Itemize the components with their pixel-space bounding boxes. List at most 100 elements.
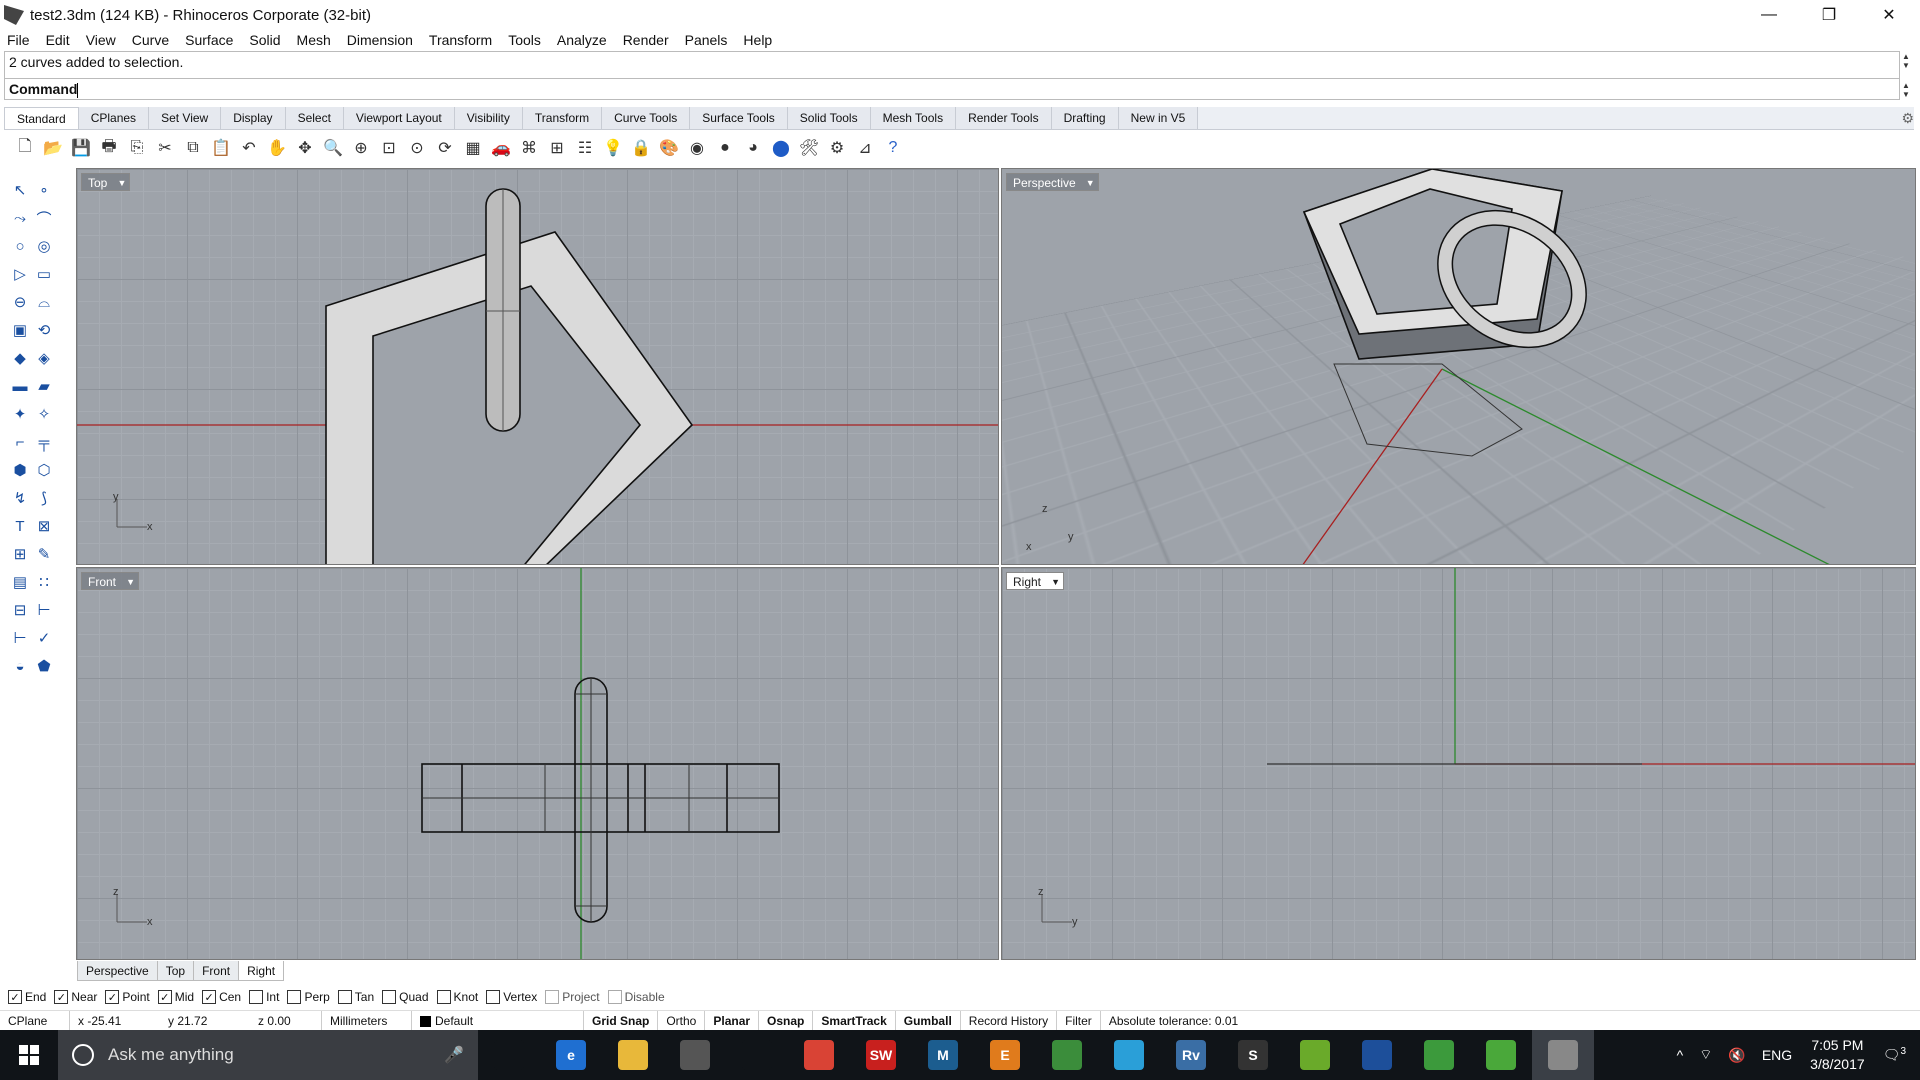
tab-standard[interactable]: Standard [4,107,79,129]
checkbox[interactable] [608,990,622,1004]
tab-viewport-layout[interactable]: Viewport Layout [344,107,455,129]
tab-new-in-v5[interactable]: New in V5 [1119,107,1199,129]
import-icon[interactable]: ⎘ [124,135,150,161]
checkbox[interactable]: ✓ [54,990,68,1004]
rectangle-tool-icon[interactable]: ▭ [32,262,56,286]
checkbox[interactable]: ✓ [8,990,22,1004]
checkbox[interactable] [486,990,500,1004]
fillet-tool-icon[interactable]: ⬟ [32,654,56,678]
task-view-icon[interactable] [478,1030,540,1080]
checkbox[interactable] [287,990,301,1004]
file-explorer-icon[interactable] [602,1030,664,1080]
menu-curve[interactable]: Curve [132,32,169,48]
surface-tool-icon[interactable]: ◈ [32,346,56,370]
menu-solid[interactable]: Solid [249,32,280,48]
transform-tool-icon[interactable]: ▬ [8,374,32,398]
action-center-icon[interactable]: 🗨3 [1883,1046,1906,1064]
microphone-icon[interactable]: 🎤 [444,1045,464,1065]
color-wheel-icon[interactable]: ◉ [684,135,710,161]
car-icon[interactable]: 🚗 [488,135,514,161]
new-icon[interactable]: 🗋 [12,135,38,161]
osnap-toggle[interactable]: Osnap [759,1011,813,1031]
menu-help[interactable]: Help [743,32,772,48]
move-view-icon[interactable]: ✥ [292,135,318,161]
viewport-label-perspective[interactable]: Perspective ▼ [1006,173,1099,191]
tab-transform[interactable]: Transform [523,107,602,129]
curve-tools-tool-icon[interactable]: ◒ [8,654,32,678]
osnap-tan[interactable]: Tan [338,990,374,1004]
chevron-down-icon[interactable]: ▼ [1086,174,1095,192]
light-icon[interactable]: 💡 [600,135,626,161]
tab-render-tools[interactable]: Render Tools [956,107,1052,129]
osnap-point[interactable]: ✓ Point [105,990,149,1004]
store-icon[interactable] [664,1030,726,1080]
layer-indicator[interactable]: Default [412,1011,584,1031]
tab-surface-tools[interactable]: Surface Tools [690,107,788,129]
ellipse-tool-icon[interactable]: ⊢ [32,598,56,622]
menu-dimension[interactable]: Dimension [347,32,413,48]
wifi-icon[interactable]: ⌔ [1699,1046,1712,1064]
tab-solid-tools[interactable]: Solid Tools [788,107,871,129]
app-sheet2-icon[interactable] [1470,1030,1532,1080]
text-tool-icon[interactable]: ⌐ [8,430,32,454]
viewport-front[interactable]: Front ▼ z x [76,567,999,960]
gear-icon[interactable]: ⚙ [1901,110,1914,127]
osnap-mid[interactable]: ✓ Mid [158,990,194,1004]
rhino-icon[interactable] [1532,1030,1594,1080]
ellipse-tool-icon[interactable]: ◎ [32,234,56,258]
checkbox[interactable] [437,990,451,1004]
osnap-project[interactable]: Project [545,990,599,1004]
block-tool-icon[interactable]: ⬢ [8,458,32,482]
grid-snap-toggle[interactable]: Grid Snap [584,1011,658,1031]
menu-file[interactable]: File [7,32,30,48]
command-line[interactable]: Command [4,78,1900,100]
lock-icon[interactable]: 🔒 [628,135,654,161]
mesh-tool-icon[interactable]: ✧ [32,402,56,426]
record-history-toggle[interactable]: Record History [961,1011,1057,1031]
viewport-tab-front[interactable]: Front [193,961,239,981]
menu-surface[interactable]: Surface [185,32,233,48]
circle-tool-icon[interactable]: ○ [8,234,32,258]
render-tool-icon[interactable]: T [8,514,32,538]
print-icon[interactable]: 🖶 [96,135,122,161]
menu-render[interactable]: Render [623,32,669,48]
sketchbook-icon[interactable]: S [1222,1030,1284,1080]
select-tool-icon[interactable]: ↖ [8,178,32,202]
restore-button[interactable]: ❐ [1800,0,1858,30]
smarttrack-toggle[interactable]: SmartTrack [813,1011,895,1031]
viewport-tab-perspective[interactable]: Perspective [77,961,158,981]
menu-tools[interactable]: Tools [508,32,541,48]
arc-tool-icon[interactable]: ⌒ [32,206,56,230]
volume-icon[interactable]: 🔇 [1728,1047,1745,1064]
blue-sphere-icon[interactable]: ⬤ [768,135,794,161]
pan-icon[interactable]: ✋ [264,135,290,161]
rotate-view-icon[interactable]: ⟳ [432,135,458,161]
menu-view[interactable]: View [86,32,116,48]
menu-edit[interactable]: Edit [46,32,70,48]
app-sheet-icon[interactable] [1408,1030,1470,1080]
cplane-icon[interactable]: ⊞ [544,135,570,161]
menu-transform[interactable]: Transform [429,32,492,48]
point-tool-icon[interactable]: ✎ [32,542,56,566]
app-e-icon[interactable]: E [974,1030,1036,1080]
edge-icon[interactable]: e [540,1030,602,1080]
menu-mesh[interactable]: Mesh [297,32,331,48]
chevron-down-icon[interactable]: ▼ [126,573,135,591]
check-tool-icon[interactable]: ⟆ [32,486,56,510]
tab-drafting[interactable]: Drafting [1052,107,1119,129]
viewport-top[interactable]: Top ▼ y x [76,168,999,565]
cplane-label[interactable]: CPlane [0,1011,70,1031]
planar-toggle[interactable]: Planar [705,1011,759,1031]
osnap-perp[interactable]: Perp [287,990,329,1004]
start-button[interactable] [0,1030,58,1080]
point-tool-icon[interactable]: ∘ [32,178,56,202]
checkbox[interactable] [545,990,559,1004]
arc-tool-icon[interactable]: ∷ [32,570,56,594]
app-3dsmax-icon[interactable]: M [912,1030,974,1080]
solidworks-icon[interactable]: SW [850,1030,912,1080]
array-tool-icon[interactable]: ⬡ [32,458,56,482]
options-icon[interactable]: ⚙ [824,135,850,161]
osnap-int[interactable]: Int [249,990,279,1004]
viewport-label-top[interactable]: Top ▼ [81,173,130,191]
gumball-tool-icon[interactable]: ▰ [32,374,56,398]
